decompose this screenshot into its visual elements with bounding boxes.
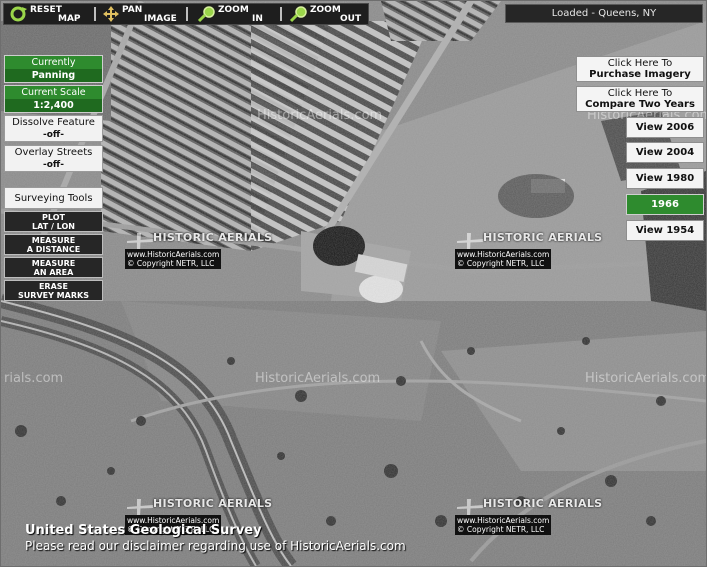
plot-lat-lon-button[interactable]: PLOT LAT / LON	[4, 211, 103, 232]
watermark-logo: HISTORIC AERIALS www.HistoricAerials.com…	[455, 227, 605, 271]
view-2004-button[interactable]: View 2004	[626, 142, 704, 163]
pan-image-icon	[103, 6, 119, 22]
erase-survey-marks-button[interactable]: ERASE SURVEY MARKS	[4, 280, 103, 301]
toolbar-divider	[280, 7, 282, 21]
dissolve-feature-toggle[interactable]: Dissolve Feature -off-	[4, 115, 103, 142]
watermark-text: HistoricAerials.com	[257, 108, 383, 123]
image-source-credit: United States Geological Survey	[25, 523, 262, 538]
pan-image-button[interactable]: PAN IMAGE	[98, 4, 182, 24]
watermark-logo: HISTORIC AERIALS www.HistoricAerials.com…	[455, 493, 605, 537]
watermark-logo: HISTORIC AERIALS www.HistoricAerials.com…	[125, 227, 275, 271]
year-1966-active-button[interactable]: 1966	[626, 194, 704, 215]
disclaimer-link[interactable]: Please read our disclaimer regarding use…	[25, 539, 406, 553]
compare-two-years-button[interactable]: Click Here To Compare Two Years	[576, 86, 704, 112]
surveying-tools-header: Surveying Tools	[4, 187, 103, 209]
watermark-text: rials.com	[4, 371, 64, 386]
view-2006-button[interactable]: View 2006	[626, 117, 704, 138]
view-1954-button[interactable]: View 1954	[626, 220, 704, 241]
current-scale-indicator: Current Scale 1:2,400	[4, 85, 103, 113]
zoom-out-icon	[289, 6, 307, 23]
current-mode-indicator: Currently Panning	[4, 55, 103, 83]
location-status: Loaded - Queens, NY	[505, 4, 703, 23]
overlay-streets-toggle[interactable]: Overlay Streets -off-	[4, 145, 103, 172]
zoom-out-button[interactable]: ZOOM OUT	[286, 4, 368, 24]
reset-map-button[interactable]: RESET MAP	[6, 4, 90, 24]
map-toolbar: RESET MAP PAN IMAGE ZOOM IN ZOOM OUT	[3, 3, 369, 25]
zoom-in-button[interactable]: ZOOM IN	[194, 4, 278, 24]
measure-area-button[interactable]: MEASURE AN AREA	[4, 257, 103, 278]
measure-distance-button[interactable]: MEASURE A DISTANCE	[4, 234, 103, 255]
zoom-in-icon	[197, 6, 215, 23]
map-viewer[interactable]: HISTORIC AERIALS www.HistoricAerials.com…	[0, 0, 707, 567]
watermark-text: HistoricAerials.com	[585, 371, 707, 386]
reset-map-icon	[10, 6, 27, 22]
toolbar-divider	[94, 7, 96, 21]
watermark-text: HistoricAerials.com	[255, 371, 381, 386]
toolbar-divider	[186, 7, 188, 21]
view-1980-button[interactable]: View 1980	[626, 168, 704, 189]
purchase-imagery-button[interactable]: Click Here To Purchase Imagery	[576, 56, 704, 82]
